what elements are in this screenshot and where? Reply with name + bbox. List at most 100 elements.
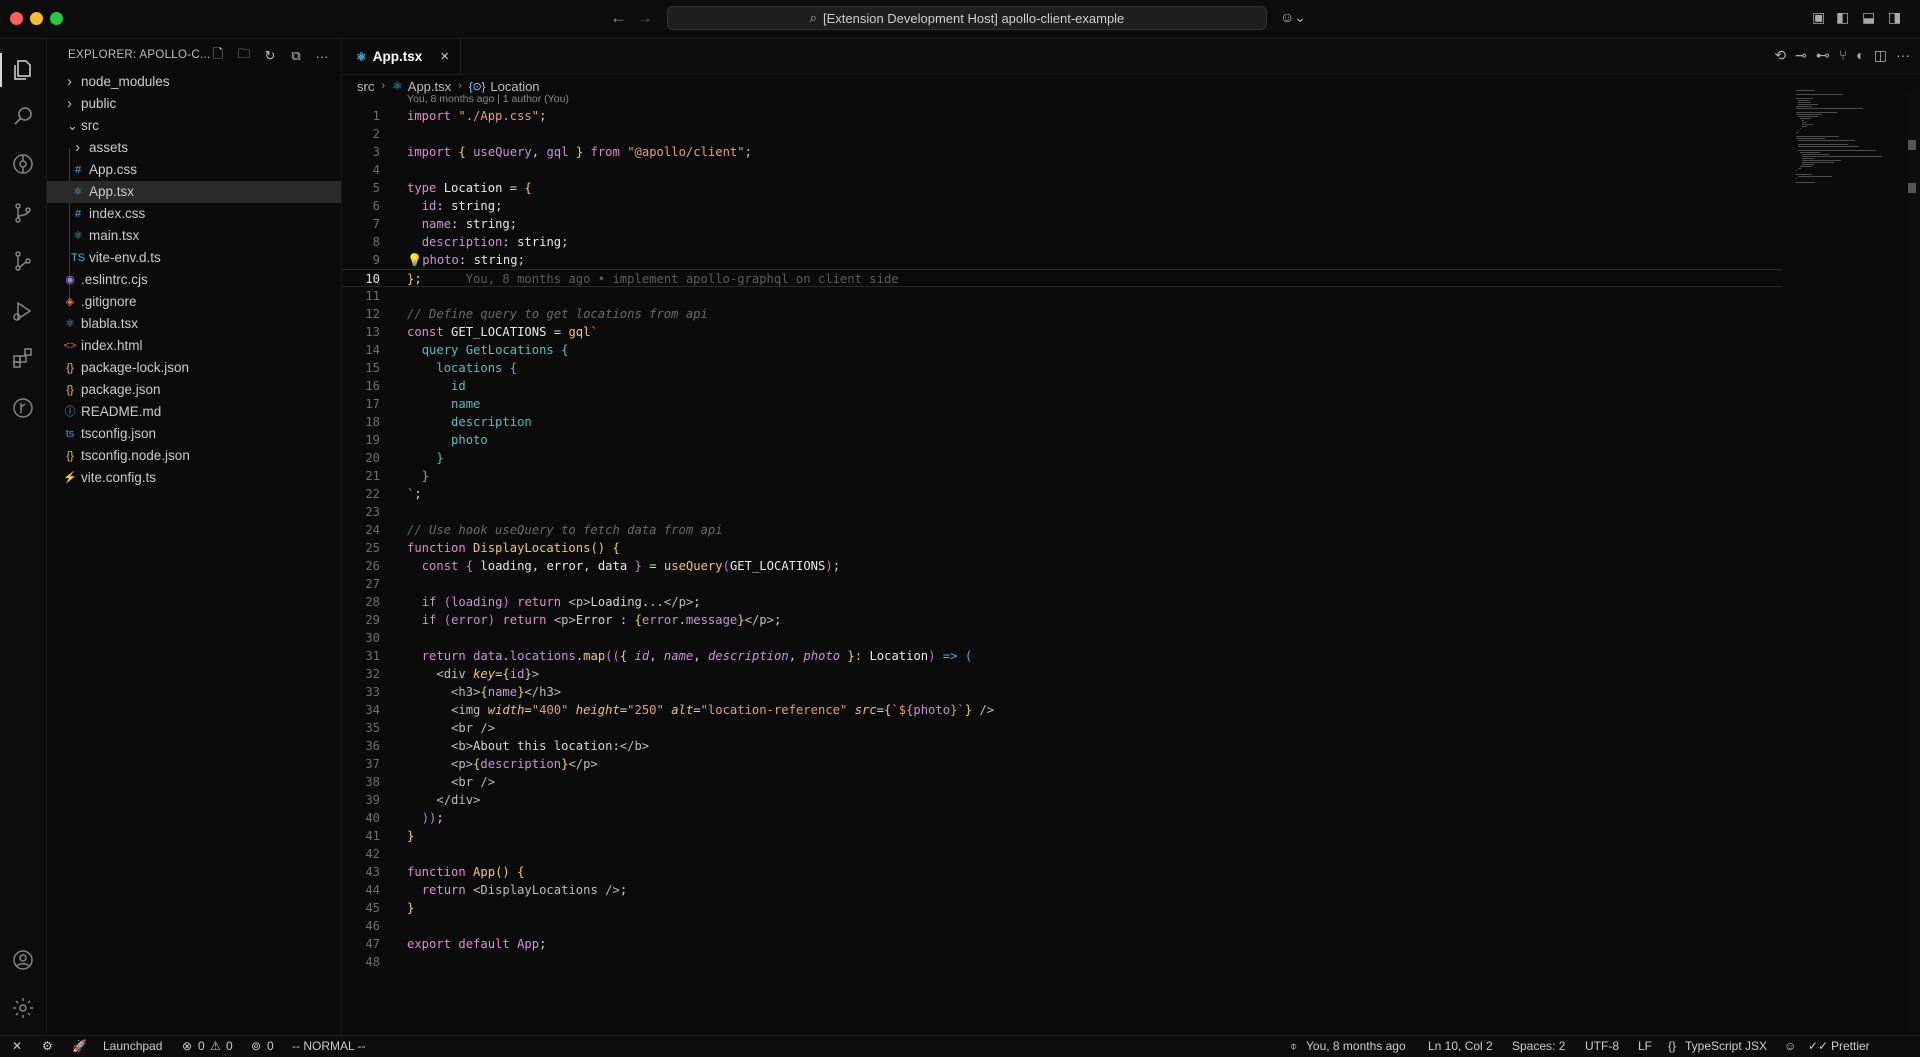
code-line[interactable]: 15 locations { xyxy=(342,359,1782,377)
source-control-icon[interactable] xyxy=(9,199,37,227)
code-line[interactable]: 28 if (loading) return <p>Loading...</p>… xyxy=(342,593,1782,611)
code-line[interactable]: 43 function App() { xyxy=(342,863,1782,881)
code-line[interactable]: 39 </div> xyxy=(342,791,1782,809)
code-line[interactable]: 6 id: string; xyxy=(342,197,1782,215)
gitlens-icon[interactable] xyxy=(9,150,37,178)
code-line[interactable]: 3 import { useQuery, gql } from "@apollo/… xyxy=(342,143,1782,161)
tree-folder[interactable]: › assets xyxy=(47,137,341,159)
code-line[interactable]: 25 function DisplayLocations() { xyxy=(342,539,1782,557)
blame-status[interactable]: You, 8 months ago xyxy=(1306,1039,1406,1053)
breadcrumb-folder[interactable]: src xyxy=(357,79,374,94)
code-line[interactable]: 32 <div key={id}> xyxy=(342,665,1782,683)
code-line[interactable]: 24 // Use hook useQuery to fetch data fro… xyxy=(342,521,1782,539)
code-line[interactable]: 9 💡photo: string; xyxy=(342,251,1782,269)
toggle-blame-icon[interactable]: ◐ xyxy=(1856,47,1864,64)
minimize-window-button[interactable] xyxy=(30,12,43,25)
tree-file[interactable]: ◉ .eslintrc.cjs xyxy=(47,269,341,291)
ports-count[interactable]: 0 xyxy=(267,1039,274,1053)
code-line[interactable]: 5 type Location = { xyxy=(342,179,1782,197)
code-line[interactable]: 11 xyxy=(342,287,1782,305)
copilot-icon[interactable]: ☺ xyxy=(1784,1039,1796,1053)
warnings-count[interactable]: 0 xyxy=(226,1039,233,1053)
forward-arrow-icon[interactable]: → xyxy=(636,8,653,28)
minimap[interactable] xyxy=(1786,90,1906,200)
tree-file[interactable]: # index.css xyxy=(47,203,341,225)
code-line[interactable]: 8 description: string; xyxy=(342,233,1782,251)
next-change-icon[interactable]: ⊷ xyxy=(1816,47,1830,64)
code-line[interactable]: 48 xyxy=(342,953,1782,971)
tree-file[interactable]: ts tsconfig.json xyxy=(47,423,341,445)
launchpad-icon[interactable]: 🚀 xyxy=(72,1039,87,1053)
tree-folder[interactable]: › public xyxy=(47,93,341,115)
tree-folder[interactable]: ⌄ src xyxy=(47,115,341,137)
code-line[interactable]: 46 xyxy=(342,917,1782,935)
code-line[interactable]: 23 xyxy=(342,503,1782,521)
code-line[interactable]: 36 <b>About this location:</b> xyxy=(342,737,1782,755)
copilot-icon[interactable]: ☺⌄ xyxy=(1280,9,1306,26)
code-line[interactable]: 17 name xyxy=(342,395,1782,413)
encoding[interactable]: UTF-8 xyxy=(1585,1039,1619,1053)
manage-gear-icon[interactable] xyxy=(9,994,37,1022)
code-line[interactable]: 26 const { loading, error, data } = useQ… xyxy=(342,557,1782,575)
errors-count[interactable]: 0 xyxy=(198,1039,205,1053)
errors-icon[interactable]: ⊗ xyxy=(182,1039,192,1053)
back-arrow-icon[interactable]: ← xyxy=(610,8,627,28)
code-line[interactable]: 16 id xyxy=(342,377,1782,395)
vertical-scrollbar[interactable] xyxy=(1908,90,1920,1034)
new-file-icon[interactable]: 🗋 xyxy=(207,45,229,67)
tree-folder[interactable]: › node_modules xyxy=(47,71,341,93)
ports-icon[interactable]: ⊚ xyxy=(251,1039,261,1053)
previous-change-icon[interactable]: ⊸ xyxy=(1795,47,1807,64)
refresh-icon[interactable]: ↻ xyxy=(259,45,281,67)
code-line[interactable]: 40 )); xyxy=(342,809,1782,827)
indentation[interactable]: Spaces: 2 xyxy=(1512,1039,1565,1053)
breadcrumb-file[interactable]: App.tsx xyxy=(408,79,451,94)
tree-file[interactable]: TS vite-env.d.ts xyxy=(47,247,341,269)
prettier-status[interactable]: Prettier xyxy=(1831,1039,1870,1053)
code-line[interactable]: 4 xyxy=(342,161,1782,179)
collapse-all-icon[interactable]: ⧉ xyxy=(285,45,307,67)
code-line[interactable]: 14 query GetLocations { xyxy=(342,341,1782,359)
tree-file[interactable]: ⚛ App.tsx xyxy=(47,181,341,203)
tree-file[interactable]: ⓘ README.md xyxy=(47,401,341,423)
search-icon[interactable] xyxy=(9,102,37,130)
tree-file[interactable]: {} package.json xyxy=(47,379,341,401)
code-line[interactable]: 18 description xyxy=(342,413,1782,431)
code-line[interactable]: 47 export default App; xyxy=(342,935,1782,953)
code-line[interactable]: 33 <h3>{name}</h3> xyxy=(342,683,1782,701)
launchpad-label[interactable]: Launchpad xyxy=(103,1039,162,1053)
new-folder-icon[interactable]: 🗀 xyxy=(233,45,255,67)
code-line[interactable]: 44 return <DisplayLocations />; xyxy=(342,881,1782,899)
open-changes-icon[interactable]: ⟲ xyxy=(1774,47,1786,64)
remote-icon[interactable]: ✕ xyxy=(12,1039,22,1053)
code-line[interactable]: 34 <img width="400" height="250" alt="lo… xyxy=(342,701,1782,719)
tree-file[interactable]: <> index.html xyxy=(47,335,341,357)
more-actions-icon[interactable]: ··· xyxy=(311,45,333,67)
close-icon[interactable]: × xyxy=(440,48,449,65)
code-line[interactable]: 37 <p>{description}</p> xyxy=(342,755,1782,773)
code-line[interactable]: 10}; You, 8 months ago • implement apoll… xyxy=(342,269,1782,287)
code-line[interactable]: 19 photo xyxy=(342,431,1782,449)
extensions-icon[interactable] xyxy=(9,344,37,372)
debug-icon[interactable]: ⚙ xyxy=(42,1039,53,1053)
code-line[interactable]: 1 import "./App.css"; xyxy=(342,107,1782,125)
tree-file[interactable]: {} tsconfig.node.json xyxy=(47,445,341,467)
more-actions-icon[interactable]: ··· xyxy=(1896,47,1910,64)
code-line[interactable]: 29 if (error) return <p>Error : {error.m… xyxy=(342,611,1782,629)
code-line[interactable]: 42 xyxy=(342,845,1782,863)
code-line[interactable]: 20 } xyxy=(342,449,1782,467)
gitlens-inspect-icon[interactable] xyxy=(9,394,37,422)
tree-file[interactable]: ◈ .gitignore xyxy=(47,291,341,313)
code-line[interactable]: 30 xyxy=(342,629,1782,647)
line-endings[interactable]: LF xyxy=(1638,1039,1652,1053)
code-line[interactable]: 27 xyxy=(342,575,1782,593)
tree-file[interactable]: # App.css xyxy=(47,159,341,181)
customize-layout-icon[interactable]: ▣ xyxy=(1812,9,1825,26)
tree-file[interactable]: ⚛ blabla.tsx xyxy=(47,313,341,335)
toggle-primary-sidebar-icon[interactable]: ◧ xyxy=(1836,9,1849,26)
language-mode[interactable]: TypeScript JSX xyxy=(1685,1039,1767,1053)
source-graph-icon[interactable] xyxy=(9,247,37,275)
code-line[interactable]: 13 const GET_LOCATIONS = gql` xyxy=(342,323,1782,341)
warning-icon[interactable]: ⚠ xyxy=(210,1039,221,1053)
toggle-secondary-sidebar-icon[interactable]: ◨ xyxy=(1888,9,1901,26)
